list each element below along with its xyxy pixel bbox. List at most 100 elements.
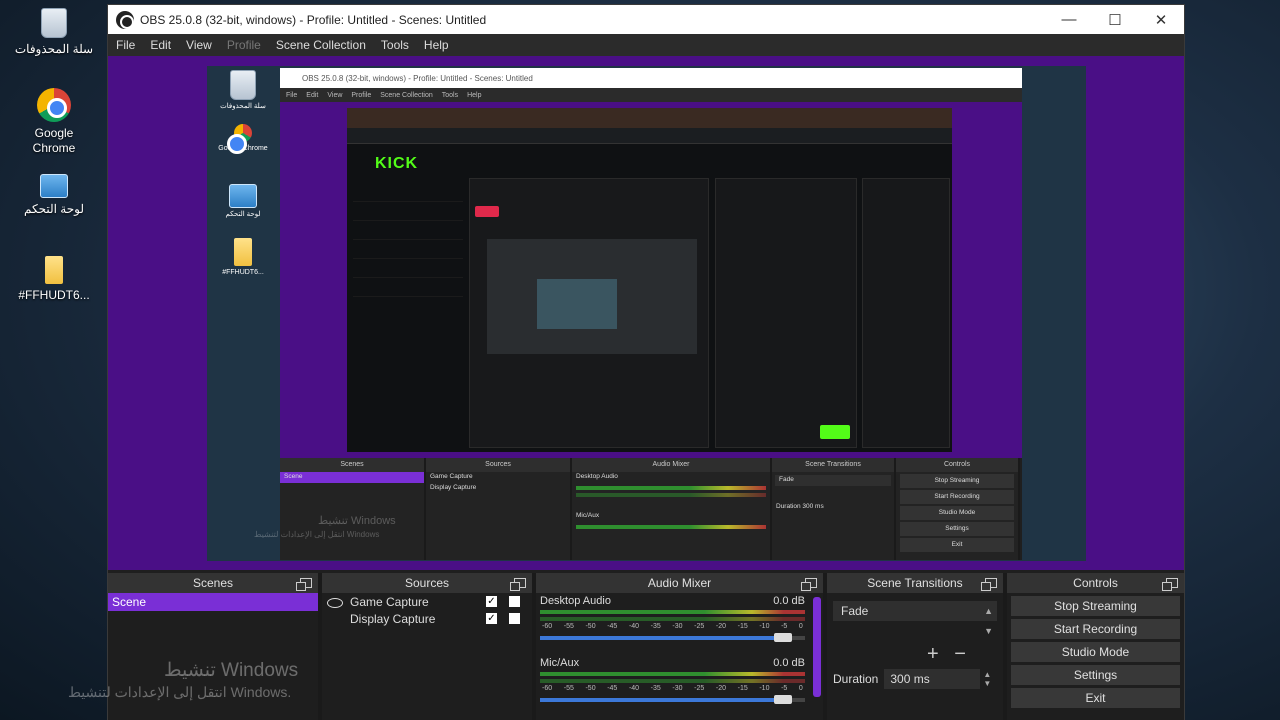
- lock-checkbox[interactable]: [509, 613, 520, 624]
- transitions-title: Scene Transitions: [867, 576, 963, 590]
- nested-desktop-icon: سلة المحذوفات: [217, 70, 269, 111]
- browser-url-bar: [347, 128, 952, 144]
- meter-ticks: -60 -55 -50 -45 -40 -35 -30 -25 -20 -15 -10 -5 0: [542, 685, 803, 692]
- undock-icon[interactable]: [801, 578, 817, 591]
- undock-icon[interactable]: [981, 578, 997, 591]
- menu-help[interactable]: Help: [424, 38, 449, 52]
- desktop-icon-folder[interactable]: #FFHUDT6...: [14, 256, 94, 303]
- undock-icon[interactable]: [510, 578, 526, 591]
- control-panel-icon: [40, 174, 68, 198]
- nested-desktop-icon: لوحة التحكم: [217, 184, 269, 219]
- visibility-checkbox[interactable]: ✓: [486, 613, 497, 624]
- desktop-icon-recycle-bin[interactable]: سلة المحذوفات: [14, 8, 94, 57]
- live-badge: [475, 206, 499, 217]
- nested-meter: [576, 486, 766, 490]
- volume-slider[interactable]: [540, 695, 805, 704]
- add-transition-button[interactable]: +: [927, 643, 939, 665]
- recycle-bin-icon: [230, 70, 256, 100]
- studio-mode-button[interactable]: Studio Mode: [1011, 642, 1180, 662]
- lock-checkbox[interactable]: [509, 596, 520, 607]
- control-panel-icon: [229, 184, 257, 208]
- start-recording-button[interactable]: Start Recording: [1011, 619, 1180, 639]
- nested-dock-header: Audio Mixer: [572, 458, 770, 472]
- title-bar[interactable]: OBS 25.0.8 (32-bit, windows) - Profile: …: [108, 5, 1184, 34]
- obs-window: OBS 25.0.8 (32-bit, windows) - Profile: …: [107, 4, 1185, 720]
- menu-edit[interactable]: Edit: [150, 38, 171, 52]
- desktop-icon-control-panel[interactable]: لوحة التحكم: [14, 174, 94, 217]
- nested-source: Display Capture: [430, 484, 477, 491]
- mixer-channel: Mic/Aux 0.0 dB -60 -55 -50 -45 -40 -35 -30 -25-…: [536, 655, 823, 717]
- maximize-button[interactable]: ☐: [1092, 11, 1138, 29]
- nested-transitions-dock: Scene Transitions Fade Duration 300 ms: [772, 458, 896, 560]
- desktop-icon-chrome[interactable]: Google Chrome: [14, 88, 94, 156]
- nested-control: Settings: [900, 522, 1014, 536]
- channel-db: 0.0 dB: [773, 595, 805, 607]
- source-item[interactable]: Game Capture ✓: [322, 593, 532, 610]
- nested-desktop-icon: #FFHUDT6...: [217, 238, 269, 277]
- nested-channel: Desktop Audio: [576, 473, 618, 480]
- recycle-bin-icon: [41, 8, 67, 38]
- volume-slider[interactable]: [540, 633, 805, 642]
- transition-buttons: + −: [927, 643, 976, 666]
- menu-tools[interactable]: Tools: [381, 38, 409, 52]
- menu-file[interactable]: File: [116, 38, 135, 52]
- duration-spinner[interactable]: ▲ ▼: [983, 670, 991, 688]
- volume-meter: [540, 610, 805, 614]
- stop-streaming-button[interactable]: Stop Streaming: [1011, 596, 1180, 616]
- nested-control: Stop Streaming: [900, 474, 1014, 488]
- close-button[interactable]: ✕: [1138, 11, 1184, 29]
- nested-scene-item: Scene: [280, 472, 424, 483]
- desktop-icon-label: لوحة التحكم: [23, 202, 84, 216]
- duration-row: Duration 300 ms ▲ ▼: [833, 669, 991, 689]
- menu-scene-collection[interactable]: Scene Collection: [276, 38, 366, 52]
- nested-meter: [576, 525, 766, 529]
- exit-button[interactable]: Exit: [1011, 688, 1180, 708]
- nested-menu-item: Tools: [441, 91, 459, 99]
- sources-list[interactable]: Game Capture ✓ Display Capture ✓: [322, 593, 532, 720]
- minimize-button[interactable]: —: [1046, 11, 1092, 28]
- settings-button[interactable]: Settings: [1011, 665, 1180, 685]
- nested-watermark: انتقل إلى الإعدادات لتنشيط Windows: [254, 530, 380, 539]
- kick-stream-preview: [487, 239, 697, 354]
- channel-db: 0.0 dB: [773, 657, 805, 669]
- sources-title: Sources: [404, 576, 450, 590]
- volume-meter: [540, 672, 805, 676]
- transitions-body: Fade ▲ ▼ + − Duration 300 ms ▲ ▼: [827, 593, 1003, 720]
- transition-select[interactable]: Fade ▲ ▼: [833, 601, 997, 636]
- nested-duration-label: Duration: [776, 503, 801, 510]
- remove-transition-button[interactable]: −: [954, 643, 966, 665]
- transitions-dock-header: Scene Transitions: [827, 573, 1003, 593]
- mixer-body: Desktop Audio 0.0 dB -60 -55 -50 -45 -40 -35-…: [536, 593, 823, 720]
- volume-meter: [540, 679, 805, 683]
- nested-icon-label: سلة المحذوفات: [220, 103, 266, 110]
- undock-icon[interactable]: [296, 578, 312, 591]
- nested-menu: File Edit View Profile Scene Collection …: [280, 88, 1022, 102]
- mixer-scrollbar[interactable]: [813, 597, 821, 697]
- menu-profile[interactable]: Profile: [227, 38, 261, 52]
- nested-preview: KICK: [280, 102, 1022, 458]
- nested-source: Game Capture: [430, 473, 473, 480]
- slider-handle[interactable]: [773, 695, 792, 704]
- nested-menu-item: Edit: [306, 91, 319, 99]
- visibility-checkbox[interactable]: ✓: [486, 596, 497, 607]
- obs-logo-icon: [116, 10, 134, 29]
- nested-dock-header: Scene Transitions: [772, 458, 894, 472]
- nested-control: Studio Mode: [900, 506, 1014, 520]
- nested-duration-value: 300 ms: [802, 503, 824, 510]
- updown-icon: ▲ ▼: [984, 606, 993, 636]
- kick-chat-panel: [715, 178, 857, 448]
- sources-dock-header: Sources: [322, 573, 532, 593]
- nested-menu-item: Scene Collection: [380, 91, 433, 99]
- folder-icon: [234, 238, 252, 266]
- source-item[interactable]: Display Capture ✓: [322, 610, 532, 627]
- nested-channel: Mic/Aux: [576, 512, 600, 519]
- menu-view[interactable]: View: [186, 38, 212, 52]
- duration-label: Duration: [833, 672, 879, 686]
- preview-canvas[interactable]: سلة المحذوفات Google Chrome لوحة التحكم …: [108, 56, 1184, 570]
- slider-handle[interactable]: [773, 633, 792, 642]
- undock-icon[interactable]: [1162, 578, 1178, 591]
- browser-tabs: [347, 108, 952, 128]
- scene-item[interactable]: Scene: [108, 593, 318, 611]
- duration-input[interactable]: 300 ms: [884, 669, 981, 689]
- mixer-channel: Desktop Audio 0.0 dB -60 -55 -50 -45 -40 -35-…: [536, 593, 823, 655]
